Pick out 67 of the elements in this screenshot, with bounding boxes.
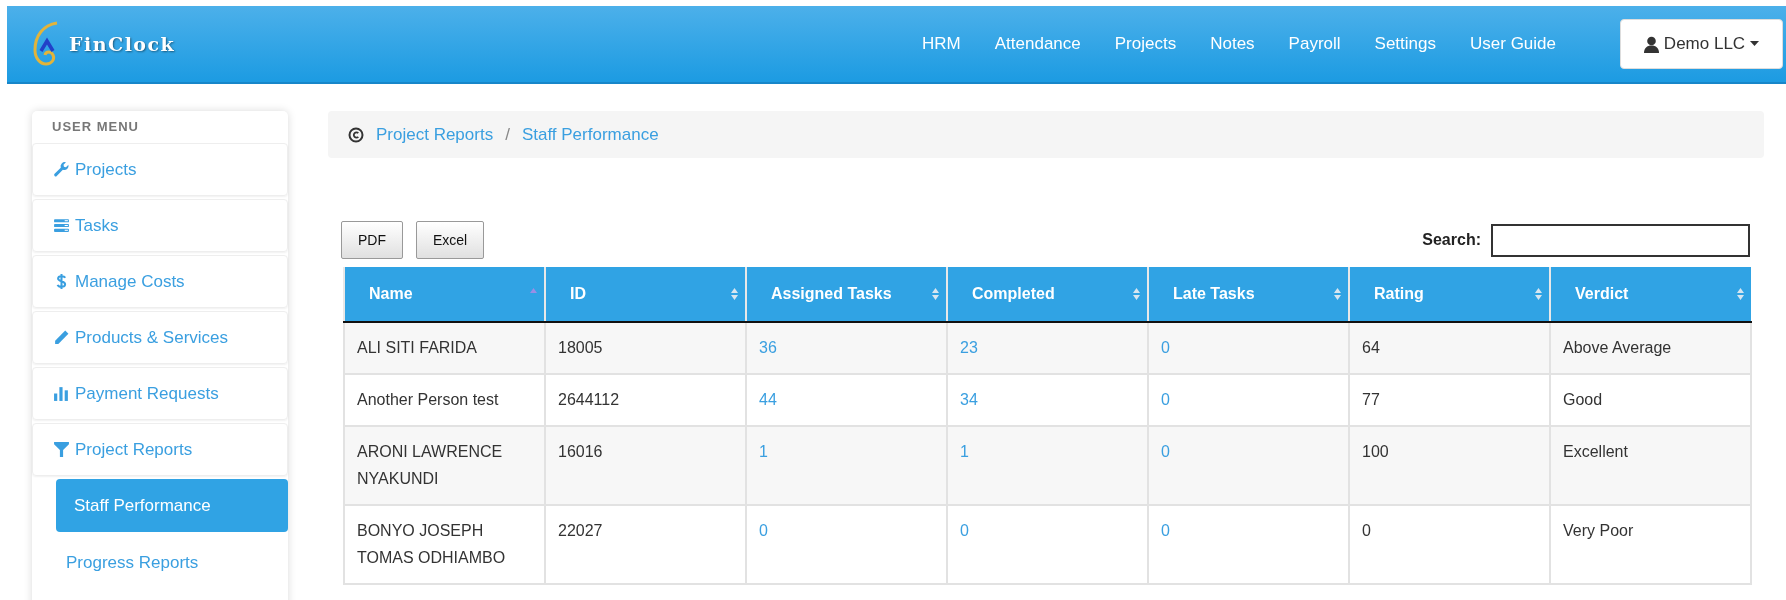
account-menu-button[interactable]: Demo LLC [1620, 19, 1783, 69]
pencil-icon [53, 329, 70, 346]
table-cell: Very Poor [1550, 505, 1751, 584]
column-header[interactable]: ID [545, 267, 746, 322]
nav-link[interactable]: User Guide [1453, 34, 1573, 54]
table-cell: 16016 [545, 426, 746, 505]
nav-link[interactable]: Projects [1097, 34, 1194, 54]
sidebar-item[interactable]: Products & Services [32, 311, 288, 364]
table-cell: ALI SITI FARIDA [344, 322, 545, 374]
nav-link[interactable]: Notes [1193, 34, 1272, 54]
sort-icon[interactable] [730, 286, 739, 302]
table-cell: 64 [1349, 322, 1550, 374]
table-cell: Above Average [1550, 322, 1751, 374]
table-link[interactable]: 0 [746, 505, 947, 584]
table-link[interactable]: 1 [746, 426, 947, 505]
breadcrumb-link[interactable]: Project Reports [376, 124, 494, 145]
bar-chart-icon [53, 385, 70, 402]
nav-link[interactable]: Payroll [1271, 34, 1358, 54]
table-cell: 0 [1349, 505, 1550, 584]
sort-icon[interactable] [1736, 286, 1745, 302]
search-label: Search: [1422, 231, 1481, 249]
export-button[interactable]: Excel [416, 221, 485, 259]
table-link[interactable]: 36 [746, 322, 947, 374]
column-header[interactable]: Verdict [1550, 267, 1751, 322]
search-field[interactable] [1491, 223, 1750, 257]
logo-text[interactable]: FinClock [69, 33, 176, 55]
sidebar-item[interactable]: Projects [32, 143, 288, 196]
sidebar-item[interactable]: Tasks [32, 199, 288, 252]
table-cell: 22027 [545, 505, 746, 584]
sidebar-subitem[interactable]: Progress Reports [56, 536, 288, 589]
wrench-icon [53, 161, 70, 178]
sidebar-item[interactable]: Manage Costs [32, 255, 288, 308]
nav-link[interactable]: Settings [1357, 34, 1453, 54]
table-cell: BONYO JOSEPH TOMAS ODHIAMBO [344, 505, 545, 584]
column-header[interactable]: Late Tasks [1148, 267, 1349, 322]
breadcrumb-link[interactable]: Staff Performance [521, 124, 659, 145]
export-button[interactable]: PDF [341, 221, 403, 259]
table-link[interactable]: 0 [947, 505, 1148, 584]
table-cell: 100 [1349, 426, 1550, 505]
nav-link[interactable]: HRM [905, 34, 978, 54]
sort-icon[interactable] [1333, 286, 1342, 302]
sort-icon[interactable] [931, 286, 940, 302]
sidebar-subitem[interactable]: Staff Performance [56, 479, 288, 532]
filter-icon [53, 441, 70, 458]
column-header[interactable]: Rating [1349, 267, 1550, 322]
column-header[interactable]: Name [344, 267, 545, 322]
table-link[interactable]: 0 [1148, 322, 1349, 374]
column-header[interactable]: Completed [947, 267, 1148, 322]
tasks-icon [53, 217, 70, 234]
table-cell: ARONI LAWRENCE NYAKUNDI [344, 426, 545, 505]
table-cell: 18005 [545, 322, 746, 374]
sidebar-heading: USER MENU [51, 118, 140, 136]
table-link[interactable]: 23 [947, 322, 1148, 374]
copyright-icon [348, 126, 364, 143]
sidebar-item[interactable]: Payment Requests [32, 367, 288, 420]
table-link[interactable]: 1 [947, 426, 1148, 505]
caret-icon [1750, 41, 1760, 47]
table-cell: Excellent [1550, 426, 1751, 505]
sort-icon[interactable] [1534, 286, 1543, 302]
sidebar-item[interactable]: Project Reports [32, 423, 288, 476]
user-icon [1643, 35, 1659, 53]
table-link[interactable]: 0 [1148, 426, 1349, 505]
sort-icon[interactable] [1132, 286, 1141, 302]
breadcrumb-separator: / [505, 124, 510, 145]
table-link[interactable]: 0 [1148, 505, 1349, 584]
nav-link[interactable]: Attendance [977, 34, 1098, 54]
column-header[interactable]: Assigned Tasks [746, 267, 947, 322]
